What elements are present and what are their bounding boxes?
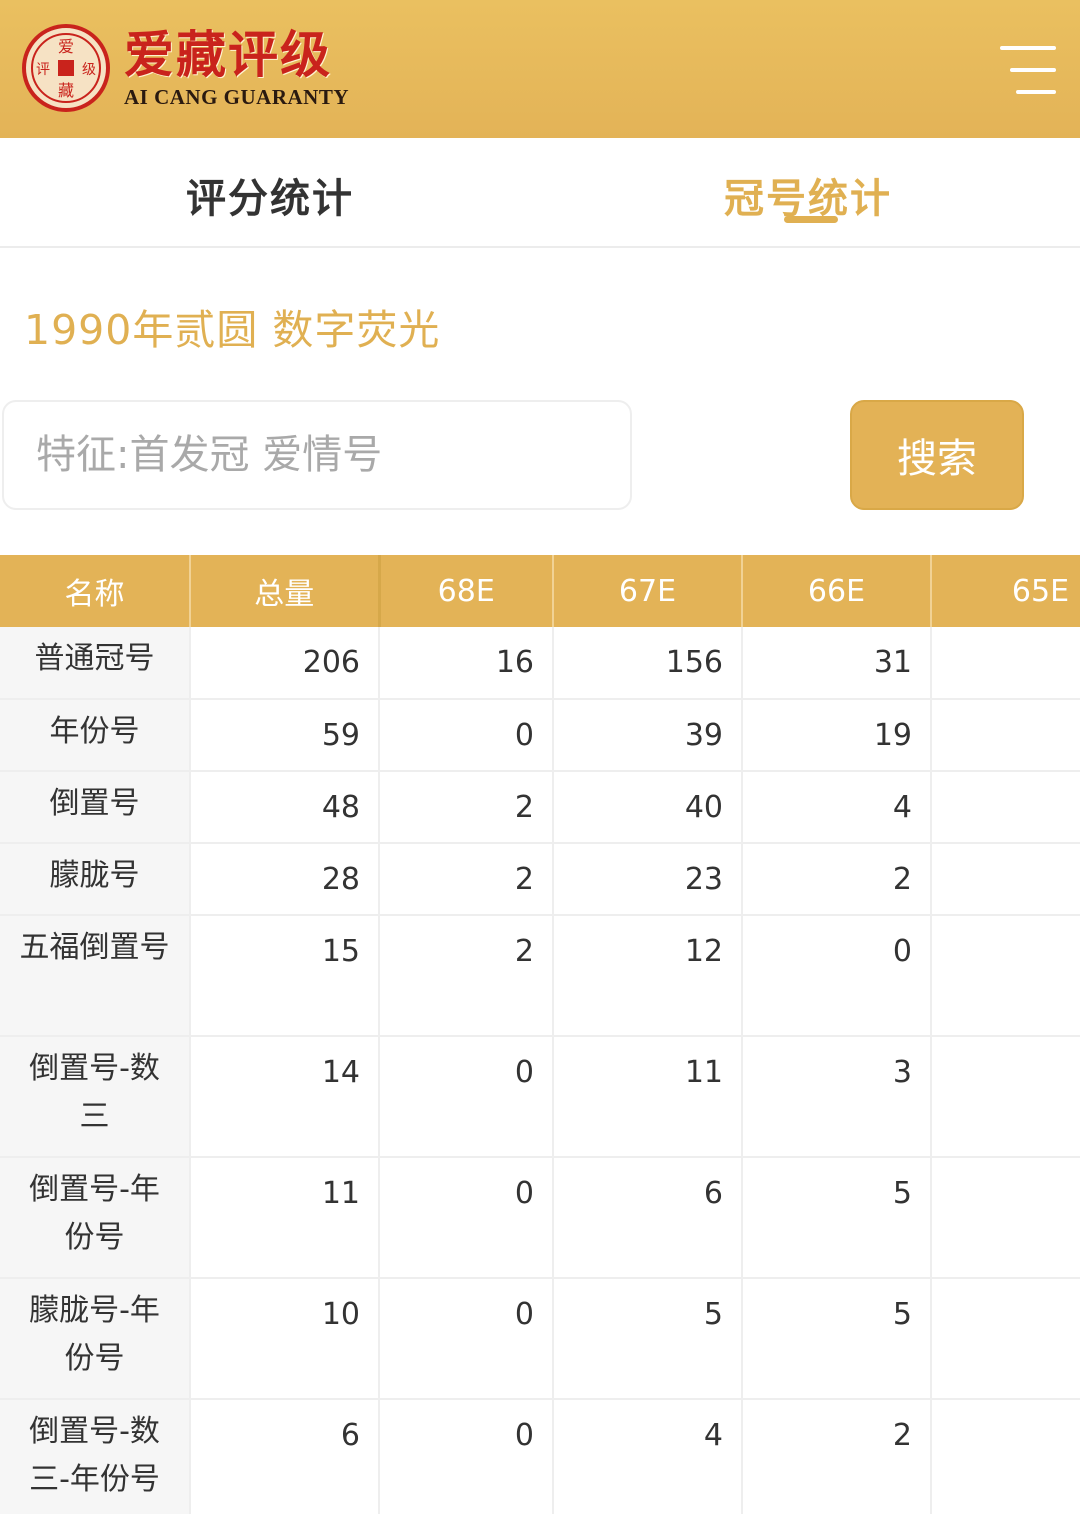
cell-66e: 2 xyxy=(742,1399,932,1514)
cell-65e xyxy=(931,771,1080,844)
cell-66e: 0 xyxy=(742,915,932,1037)
cell-65e xyxy=(931,699,1080,772)
active-tab-indicator xyxy=(784,216,838,223)
page-title: 1990年贰圆 数字荧光 xyxy=(24,306,441,354)
table-row[interactable]: 朦胧号-年份号 10 0 5 5 xyxy=(0,1278,1080,1400)
row-name: 普通冠号 xyxy=(0,627,191,700)
header-total: 总量 xyxy=(190,555,381,627)
app-header: 爱 藏 评 级 爱藏评级 AI CANG GUARANTY xyxy=(0,0,1080,138)
table-row[interactable]: 普通冠号 206 16 156 31 xyxy=(0,627,1080,700)
header-68e: 68E xyxy=(379,555,554,627)
cell-65e xyxy=(931,1399,1080,1514)
table-row[interactable]: 五福倒置号 15 2 12 0 xyxy=(0,915,1080,1037)
logo-char-bottom: 藏 xyxy=(58,81,74,100)
logo-char-top: 爱 xyxy=(58,37,74,56)
row-name: 倒置号-年份号 xyxy=(0,1157,191,1279)
cell-67e: 23 xyxy=(553,843,743,916)
brand[interactable]: 爱藏评级 AI CANG GUARANTY xyxy=(124,28,349,110)
row-name: 年份号 xyxy=(0,699,191,772)
table-row[interactable]: 朦胧号 28 2 23 2 xyxy=(0,843,1080,916)
cell-66e: 3 xyxy=(742,1036,932,1158)
cell-67e: 12 xyxy=(553,915,743,1037)
table-header-row: 名称 总量 68E 67E 66E 65E xyxy=(0,555,1080,627)
logo-icon[interactable]: 爱 藏 评 级 xyxy=(22,24,110,112)
cell-67e: 40 xyxy=(553,771,743,844)
cell-66e: 5 xyxy=(742,1278,932,1400)
cell-67e: 6 xyxy=(553,1157,743,1279)
cell-66e: 19 xyxy=(742,699,932,772)
cell-total: 14 xyxy=(190,1036,380,1158)
header-67e: 67E xyxy=(553,555,743,627)
tab-score-stats[interactable]: 评分统计 xyxy=(186,166,354,224)
cell-total: 10 xyxy=(190,1278,380,1400)
cell-total: 48 xyxy=(190,771,380,844)
cell-total: 15 xyxy=(190,915,380,1037)
header-65e: 65E xyxy=(931,555,1080,627)
cell-total: 11 xyxy=(190,1157,380,1279)
header-66e: 66E xyxy=(742,555,932,627)
tab-bar: 评分统计 冠号统计 xyxy=(0,138,1080,248)
cell-68e: 2 xyxy=(379,915,554,1037)
cell-65e xyxy=(931,1278,1080,1400)
cell-68e: 0 xyxy=(379,699,554,772)
table-row[interactable]: 倒置号-数三 14 0 11 3 xyxy=(0,1036,1080,1158)
table-row[interactable]: 倒置号 48 2 40 4 xyxy=(0,771,1080,844)
cell-68e: 16 xyxy=(379,627,554,700)
cell-68e: 2 xyxy=(379,843,554,916)
search-input[interactable] xyxy=(2,400,632,510)
cell-66e: 5 xyxy=(742,1157,932,1279)
cell-68e: 0 xyxy=(379,1399,554,1514)
cell-67e: 11 xyxy=(553,1036,743,1158)
logo-char-left: 评 xyxy=(36,62,50,78)
header-name: 名称 xyxy=(0,555,191,627)
cell-66e: 2 xyxy=(742,843,932,916)
cell-65e xyxy=(931,915,1080,1037)
cell-68e: 2 xyxy=(379,771,554,844)
cell-68e: 0 xyxy=(379,1157,554,1279)
search-button[interactable]: 搜索 xyxy=(850,400,1024,510)
cell-65e xyxy=(931,1157,1080,1279)
stats-table-container[interactable]: 名称 总量 68E 67E 66E 65E 普通冠号 206 16 156 31… xyxy=(0,555,1080,1514)
cell-68e: 0 xyxy=(379,1036,554,1158)
menu-icon[interactable] xyxy=(996,44,1056,96)
row-name: 朦胧号-年份号 xyxy=(0,1278,191,1400)
logo-char-right: 级 xyxy=(82,62,96,78)
stats-table: 名称 总量 68E 67E 66E 65E 普通冠号 206 16 156 31… xyxy=(0,555,1080,1514)
cell-65e xyxy=(931,843,1080,916)
cell-66e: 31 xyxy=(742,627,932,700)
table-row[interactable]: 年份号 59 0 39 19 xyxy=(0,699,1080,772)
cell-65e xyxy=(931,627,1080,700)
cell-total: 6 xyxy=(190,1399,380,1514)
brand-name-en: AI CANG GUARANTY xyxy=(124,85,350,109)
cell-67e: 39 xyxy=(553,699,743,772)
cell-67e: 156 xyxy=(553,627,743,700)
cell-67e: 4 xyxy=(553,1399,743,1514)
row-name: 五福倒置号 xyxy=(0,915,191,1037)
table-row[interactable]: 倒置号-数三-年份号 6 0 4 2 xyxy=(0,1399,1080,1514)
table-row[interactable]: 倒置号-年份号 11 0 6 5 xyxy=(0,1157,1080,1279)
cell-67e: 5 xyxy=(553,1278,743,1400)
row-name: 倒置号 xyxy=(0,771,191,844)
row-name: 倒置号-数三 xyxy=(0,1036,191,1158)
cell-total: 206 xyxy=(190,627,380,700)
cell-68e: 0 xyxy=(379,1278,554,1400)
cell-total: 28 xyxy=(190,843,380,916)
cell-66e: 4 xyxy=(742,771,932,844)
row-name: 朦胧号 xyxy=(0,843,191,916)
cell-total: 59 xyxy=(190,699,380,772)
row-name: 倒置号-数三-年份号 xyxy=(0,1399,191,1514)
brand-name-cn: 爱藏评级 xyxy=(124,25,332,84)
cell-65e xyxy=(931,1036,1080,1158)
